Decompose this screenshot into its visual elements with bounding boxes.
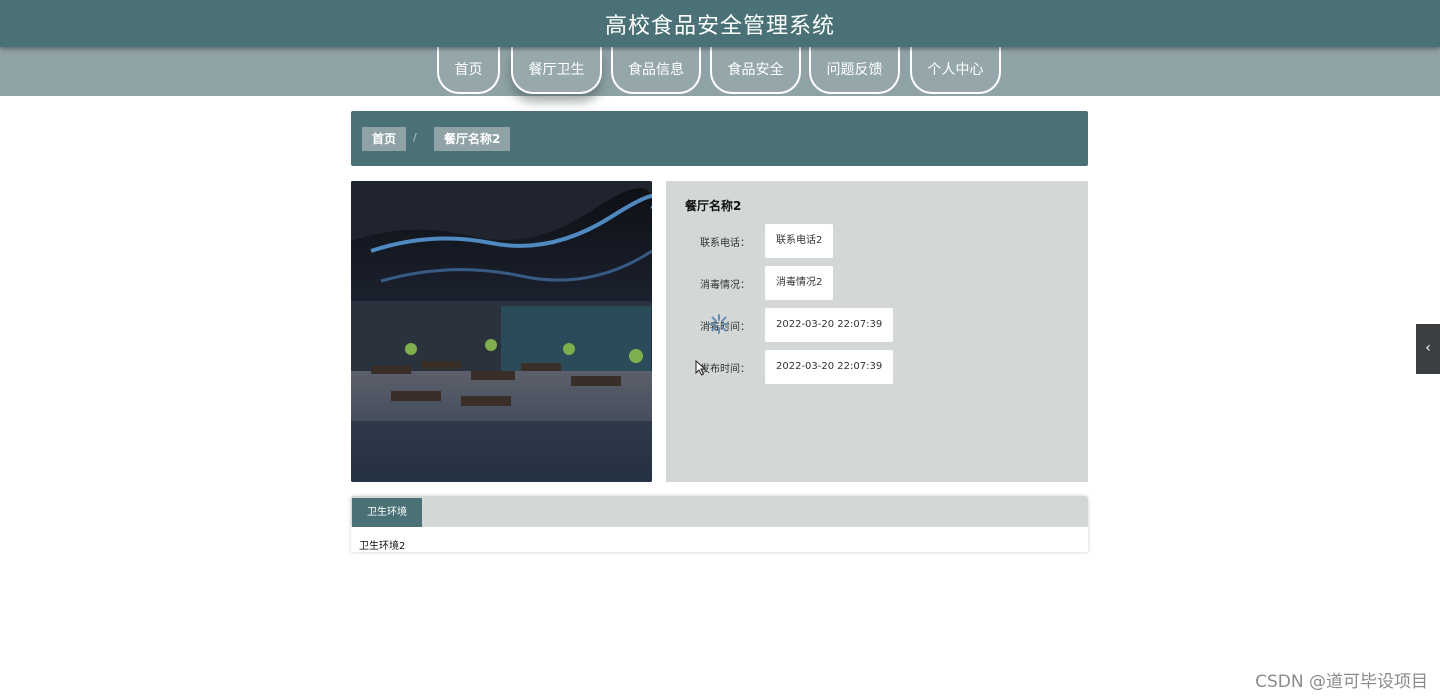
- field-value: 2022-03-20 22:07:39: [765, 350, 894, 384]
- field-label: 消毒时间：: [700, 322, 750, 333]
- nav-item-food-info[interactable]: 食品信息: [611, 47, 701, 94]
- field-label: 发布时间：: [700, 364, 750, 375]
- restaurant-info-panel: 餐厅名称2 联系电话： 联系电话2 消毒情况： 消毒情况2 消毒时间： 2022…: [666, 181, 1088, 482]
- watermark: CSDN @道可毕设项目: [1255, 672, 1428, 692]
- field-label: 联系电话：: [700, 238, 750, 249]
- app-title: 高校食品安全管理系统: [604, 14, 835, 39]
- chevron-left-icon[interactable]: ‹: [1416, 324, 1440, 374]
- header-bar: 高校食品安全管理系统: [0, 0, 1440, 47]
- field-value: 联系电话2: [765, 224, 834, 258]
- main-nav: 首页 餐厅卫生 食品信息 食品安全 问题反馈 个人中心: [0, 47, 1440, 96]
- field-value: 消毒情况2: [765, 266, 834, 300]
- mouse-cursor-icon: [695, 360, 707, 376]
- breadcrumb-current: 餐厅名称2: [434, 127, 511, 151]
- tab-hygiene-environment[interactable]: 卫生环境: [352, 498, 422, 527]
- breadcrumb-home[interactable]: 首页: [362, 127, 407, 151]
- tab-bar: [351, 496, 1088, 527]
- loading-spinner-icon: [709, 314, 729, 334]
- field-value: 2022-03-20 22:07:39: [765, 308, 894, 342]
- restaurant-photo: [351, 181, 652, 482]
- nav-item-personal-center[interactable]: 个人中心: [910, 47, 1001, 94]
- breadcrumb: 首页 / 餐厅名称2: [351, 111, 1088, 166]
- field-label: 消毒情况：: [700, 280, 750, 291]
- nav-item-home[interactable]: 首页: [437, 47, 500, 94]
- detail-tabs: 卫生环境 卫生环境2: [351, 496, 1088, 552]
- restaurant-name: 餐厅名称2: [685, 199, 742, 213]
- breadcrumb-separator: /: [413, 131, 417, 144]
- nav-item-canteen-hygiene[interactable]: 餐厅卫生: [511, 47, 602, 94]
- nav-item-food-safety[interactable]: 食品安全: [710, 47, 801, 94]
- nav-item-feedback[interactable]: 问题反馈: [809, 47, 900, 94]
- tab-content: 卫生环境2: [359, 541, 406, 552]
